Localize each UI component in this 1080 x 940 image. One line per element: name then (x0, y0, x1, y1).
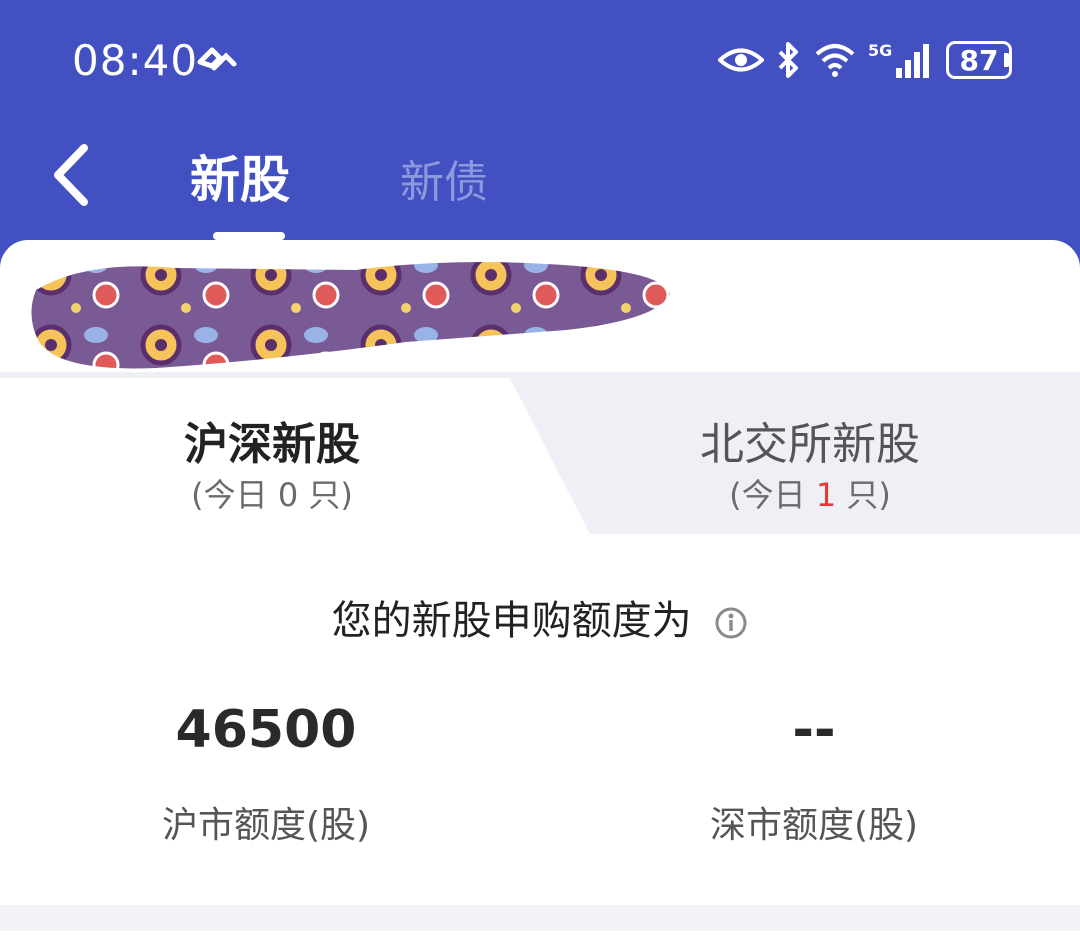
hushen-today-count: (今日 0 只) (72, 470, 472, 516)
shenzhen-quota-label: 深市额度(股) (709, 805, 919, 846)
quota-title-text: 您的新股申购额度为 (331, 598, 692, 644)
shanghai-quota-value: 46500 (175, 700, 357, 760)
eye-icon (718, 48, 764, 72)
shenzhen-quota-value: -- (792, 700, 836, 760)
network-type: 5G (868, 41, 892, 60)
count-suffix: 只) (846, 476, 891, 514)
count-suffix: 只) (308, 476, 353, 514)
info-icon[interactable] (714, 606, 748, 640)
count-prefix: (今日 (729, 476, 806, 514)
wifi-icon (815, 44, 855, 77)
signal-5g-icon: 5G (868, 41, 929, 78)
tab-new-stock[interactable]: 新股 (190, 140, 290, 212)
quota-title: 您的新股申购额度为 (0, 588, 1080, 646)
back-arrow-icon[interactable] (44, 140, 104, 210)
tab-hushen-new-stock[interactable]: 沪深新股 (72, 408, 472, 472)
status-icons: 5G 87 (718, 36, 1012, 84)
redaction-scribble (31, 262, 671, 369)
tab-new-bond[interactable]: 新债 (400, 146, 488, 210)
hd-link-icon (197, 47, 237, 71)
status-bar: 08:40 5G 87 (0, 0, 1080, 120)
bluetooth-icon (778, 42, 798, 78)
count-prefix: (今日 (191, 476, 268, 514)
shanghai-quota-label: 沪市额度(股) (161, 805, 371, 846)
bse-today-count: (今日 1 只) (610, 470, 1010, 516)
active-tab-indicator (213, 232, 285, 240)
tab-bse-new-stock[interactable]: 北交所新股 (610, 408, 1010, 472)
count-value: 0 (277, 476, 299, 514)
section-divider (0, 905, 1080, 931)
battery-indicator: 87 (946, 41, 1012, 79)
count-value: 1 (815, 476, 837, 514)
status-time: 08:40 (72, 36, 199, 85)
